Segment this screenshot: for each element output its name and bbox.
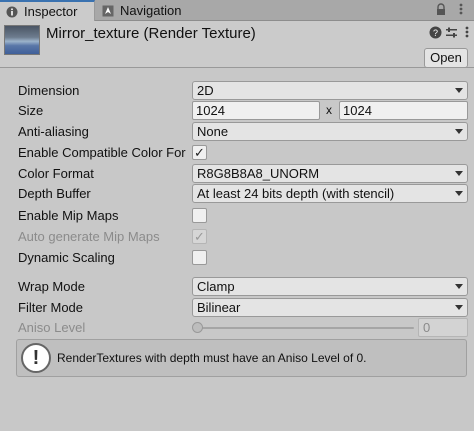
depth-buffer-value: At least 24 bits depth (with stencil)	[197, 186, 395, 201]
chevron-down-icon	[455, 284, 463, 289]
aniso-level-slider-track	[196, 327, 414, 329]
size-label: Size	[18, 103, 44, 118]
color-format-label: Color Format	[18, 166, 94, 181]
inspector-header: Mirror_texture (Render Texture) ? Open	[0, 21, 474, 68]
auto-mip-label: Auto generate Mip Maps	[18, 229, 160, 244]
wrap-mode-label: Wrap Mode	[18, 279, 85, 294]
anti-aliasing-dropdown[interactable]: None	[192, 122, 468, 141]
color-format-row: Color Format R8G8B8A8_UNORM	[0, 164, 474, 184]
depth-buffer-dropdown[interactable]: At least 24 bits depth (with stencil)	[192, 184, 468, 203]
filter-mode-label: Filter Mode	[18, 300, 84, 315]
tab-inspector[interactable]: Inspector	[0, 0, 95, 21]
anti-aliasing-value: None	[197, 124, 229, 139]
mip-maps-checkbox[interactable]	[192, 208, 207, 223]
filter-mode-dropdown[interactable]: Bilinear	[192, 298, 468, 317]
chevron-down-icon	[455, 171, 463, 176]
aniso-level-input: 0	[418, 318, 468, 337]
wrap-mode-value: Clamp	[197, 279, 235, 294]
chevron-down-icon	[455, 88, 463, 93]
tab-navigation[interactable]: Navigation	[96, 0, 206, 21]
filter-mode-value: Bilinear	[197, 300, 241, 315]
mip-maps-row: Enable Mip Maps	[0, 206, 474, 226]
warning-text: RenderTextures with depth must have an A…	[57, 351, 367, 365]
size-width-input[interactable]: 1024	[192, 101, 320, 120]
dynamic-scaling-label: Dynamic Scaling	[18, 250, 115, 265]
help-icon[interactable]: ?	[428, 26, 442, 40]
size-height-input[interactable]: 1024	[339, 101, 468, 120]
dynamic-scaling-checkbox[interactable]	[192, 250, 207, 265]
anti-aliasing-label: Anti-aliasing	[18, 124, 89, 139]
kebab-menu-icon[interactable]	[460, 26, 474, 40]
compat-color-checkbox[interactable]: ✓	[192, 145, 207, 160]
color-format-value: R8G8B8A8_UNORM	[197, 166, 320, 181]
wrap-mode-dropdown[interactable]: Clamp	[192, 277, 468, 296]
asset-title: Mirror_texture (Render Texture)	[46, 25, 256, 42]
wrap-mode-row: Wrap Mode Clamp	[0, 277, 474, 297]
mip-maps-label: Enable Mip Maps	[18, 208, 119, 223]
preset-icon[interactable]	[444, 26, 458, 40]
dimension-dropdown[interactable]: 2D	[192, 81, 468, 100]
tab-inspector-label: Inspector	[24, 3, 78, 19]
svg-text:?: ?	[432, 28, 437, 38]
lock-icon[interactable]	[434, 3, 448, 17]
chevron-down-icon	[455, 191, 463, 196]
size-row: Size 1024 x 1024	[0, 101, 474, 121]
dimension-row: Dimension 2D	[0, 81, 474, 101]
depth-buffer-label: Depth Buffer	[18, 186, 91, 201]
aniso-level-slider-handle	[192, 322, 203, 333]
aniso-level-label: Aniso Level	[18, 320, 86, 335]
anti-aliasing-row: Anti-aliasing None	[0, 122, 474, 142]
size-separator: x	[326, 103, 332, 117]
kebab-menu-icon[interactable]	[454, 3, 468, 17]
warning-helpbox: ! RenderTextures with depth must have an…	[16, 339, 467, 377]
tab-navigation-label: Navigation	[120, 2, 182, 18]
filter-mode-row: Filter Mode Bilinear	[0, 298, 474, 318]
dimension-value: 2D	[197, 83, 214, 98]
dynamic-scaling-row: Dynamic Scaling	[0, 248, 474, 268]
texture-thumbnail	[4, 25, 40, 55]
aniso-level-row: Aniso Level 0	[0, 318, 474, 338]
chevron-down-icon	[455, 129, 463, 134]
auto-mip-row: Auto generate Mip Maps ✓	[0, 227, 474, 247]
depth-buffer-row: Depth Buffer At least 24 bits depth (wit…	[0, 184, 474, 204]
navigation-icon	[102, 5, 114, 16]
color-format-dropdown[interactable]: R8G8B8A8_UNORM	[192, 164, 468, 183]
dimension-label: Dimension	[18, 83, 80, 98]
compat-color-row: Enable Compatible Color For ✓	[0, 143, 474, 163]
compat-color-label: Enable Compatible Color For	[18, 145, 186, 160]
open-button[interactable]: Open	[424, 48, 468, 68]
tab-bar: Inspector Navigation	[0, 0, 474, 21]
auto-mip-checkbox: ✓	[192, 229, 207, 244]
warning-icon: !	[21, 343, 51, 373]
info-icon	[6, 6, 18, 17]
chevron-down-icon	[455, 305, 463, 310]
